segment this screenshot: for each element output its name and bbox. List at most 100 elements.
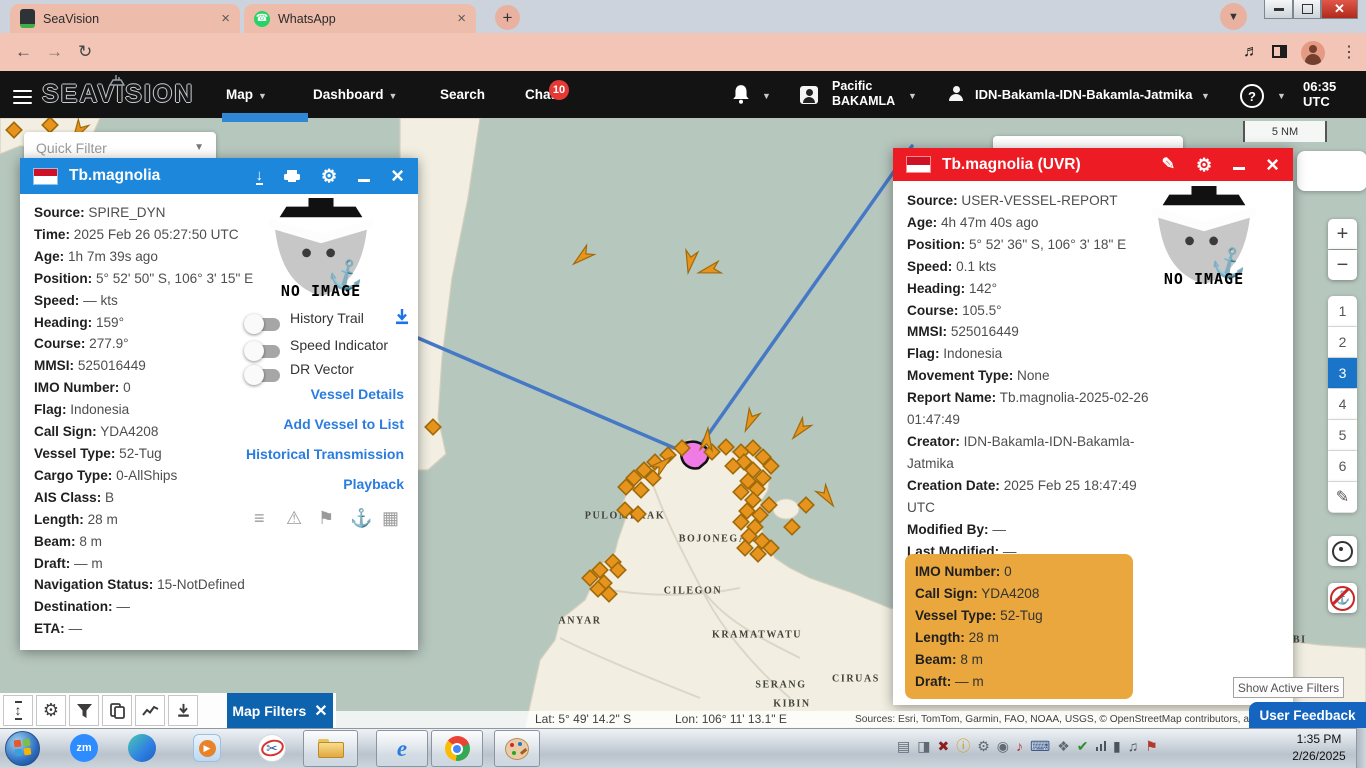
panel-header[interactable]: Tb.magnolia (UVR) ✎ ⚙ × xyxy=(893,148,1293,181)
hide-vessels-button[interactable]: ⚓ xyxy=(1328,583,1357,613)
locate-button[interactable] xyxy=(1328,536,1357,566)
tab-whatsapp[interactable]: ☎ WhatsApp × xyxy=(244,4,476,33)
vessel-details-link[interactable]: Vessel Details xyxy=(311,386,404,402)
tray-network-disabled-icon[interactable]: ✖ xyxy=(937,738,949,755)
speed-indicator-toggle[interactable] xyxy=(246,345,280,358)
vessel-marker-anchored[interactable] xyxy=(784,519,800,535)
back-icon[interactable]: ← xyxy=(15,42,32,62)
tray-settings-icon[interactable]: ❖ xyxy=(1057,738,1070,755)
tab-close-icon[interactable]: × xyxy=(457,11,466,26)
warning-icon[interactable]: ⚠ xyxy=(286,508,302,529)
gear-icon[interactable]: ⚙ xyxy=(321,167,337,185)
taskbar-ie-button[interactable]: e xyxy=(376,730,428,767)
list-icon[interactable]: ≡ xyxy=(254,508,265,529)
gear-icon[interactable]: ⚙ xyxy=(1196,156,1212,174)
show-active-filters-button[interactable]: Show Active Filters xyxy=(1233,677,1344,698)
ship-icon[interactable]: ⚓ xyxy=(350,508,372,529)
notifications-bell-icon[interactable] xyxy=(732,84,750,104)
download-icon[interactable]: ↓ xyxy=(256,168,264,185)
vessel-marker-moving[interactable] xyxy=(697,261,721,278)
vessel-marker-moving[interactable] xyxy=(700,428,714,451)
close-icon[interactable]: × xyxy=(391,165,404,187)
layer-button-5[interactable]: 5 xyxy=(1328,420,1357,451)
measure-icon[interactable]: ↕ xyxy=(3,695,33,726)
zoom-out-button[interactable]: − xyxy=(1328,250,1357,280)
chevron-down-icon[interactable]: ▼ xyxy=(762,91,771,101)
tab-search-chevron[interactable]: ▼ xyxy=(1220,3,1247,30)
media-extension-icon[interactable]: ♬ xyxy=(1243,43,1259,61)
vessel-marker-moving[interactable] xyxy=(816,485,838,510)
dr-vector-toggle[interactable] xyxy=(246,369,280,382)
tray-action-center-flag-icon[interactable]: ⚑ xyxy=(1145,738,1158,755)
chart-icon[interactable] xyxy=(135,695,165,726)
help-icon[interactable]: ? xyxy=(1240,84,1264,108)
chevron-down-icon[interactable]: ▼ xyxy=(908,91,917,101)
new-tab-button[interactable]: + xyxy=(495,5,520,30)
layer-button-2[interactable]: 2 xyxy=(1328,327,1357,358)
tray-language-icon[interactable]: ⌨ xyxy=(1030,738,1050,755)
layer-button-4[interactable]: 4 xyxy=(1328,389,1357,420)
vessel-marker-anchored[interactable] xyxy=(798,497,814,513)
vessel-marker-anchored[interactable] xyxy=(617,502,633,518)
gear-icon[interactable]: ⚙ xyxy=(36,695,66,726)
tray-battery-icon[interactable]: ▮ xyxy=(1113,738,1121,755)
playback-link[interactable]: Playback xyxy=(343,476,404,492)
vessel-marker-moving[interactable] xyxy=(788,418,811,443)
tray-printer-icon[interactable]: ⚙ xyxy=(977,738,990,755)
filter-icon[interactable] xyxy=(69,695,99,726)
taskbar-explorer-button[interactable] xyxy=(303,730,358,767)
nav-item-map[interactable]: Map▼ xyxy=(226,87,267,102)
minimize-icon[interactable] xyxy=(358,179,370,182)
layer-button-3-selected[interactable]: 3 xyxy=(1328,358,1357,389)
download-icon[interactable] xyxy=(168,695,198,726)
browser-menu-icon[interactable]: ⋮ xyxy=(1341,42,1357,62)
taskbar-paint-button[interactable] xyxy=(494,730,540,767)
vessel-marker-moving[interactable] xyxy=(570,245,595,268)
minimize-icon[interactable] xyxy=(1233,167,1245,170)
taskbar-zoom-icon[interactable]: zm xyxy=(70,734,98,762)
close-icon[interactable]: × xyxy=(1266,154,1279,176)
taskbar-snipping-tool-icon[interactable]: ✂ xyxy=(258,734,286,762)
tray-signal-icon[interactable] xyxy=(1096,741,1107,751)
vessel-marker-anchored[interactable] xyxy=(630,506,646,522)
zoom-in-button[interactable]: + xyxy=(1328,219,1357,249)
forward-icon[interactable]: → xyxy=(46,42,63,62)
historical-transmission-link[interactable]: Historical Transmission xyxy=(246,446,404,462)
taskbar-clock[interactable]: 1:35 PM2/26/2025 xyxy=(1284,731,1354,765)
taskbar-edge-icon[interactable] xyxy=(128,734,156,762)
history-trail-toggle[interactable] xyxy=(246,318,280,331)
side-panel-icon[interactable] xyxy=(1272,45,1287,58)
add-vessel-to-list-link[interactable]: Add Vessel to List xyxy=(283,416,404,432)
layer-button-6[interactable]: 6 xyxy=(1328,451,1357,482)
hamburger-menu-icon[interactable] xyxy=(13,86,32,108)
profile-avatar[interactable] xyxy=(1301,41,1325,65)
window-restore-button[interactable] xyxy=(1293,0,1321,19)
nav-item-search[interactable]: Search xyxy=(440,87,485,102)
tray-security-check-icon[interactable]: ✔ xyxy=(1077,738,1089,755)
window-close-button[interactable]: ✕ xyxy=(1321,0,1358,19)
layer-button-1[interactable]: 1 xyxy=(1328,296,1357,327)
nav-item-dashboard[interactable]: Dashboard▼ xyxy=(313,87,397,102)
tray-volume-icon[interactable]: ♫ xyxy=(1128,738,1139,754)
draw-pencil-button[interactable]: ✎ xyxy=(1328,482,1357,513)
chevron-down-icon[interactable]: ▼ xyxy=(1277,91,1286,101)
calendar-icon[interactable]: ▦ xyxy=(382,508,399,529)
vessel-marker-moving[interactable] xyxy=(682,250,698,274)
tray-projector-icon[interactable]: ◨ xyxy=(917,738,930,755)
tab-seavision[interactable]: SeaVision × xyxy=(10,4,240,33)
user-feedback-button[interactable]: User Feedback xyxy=(1249,702,1366,728)
taskbar-chrome-button[interactable] xyxy=(431,730,483,767)
vessel-marker-anchored[interactable] xyxy=(42,118,58,133)
vessel-marker-anchored[interactable] xyxy=(6,122,22,138)
taskbar-media-player-icon[interactable]: ▶ xyxy=(193,734,221,762)
flag-icon[interactable]: ⚑ xyxy=(318,508,334,529)
edit-pencil-icon[interactable]: ✎ xyxy=(1162,157,1175,173)
vessel-marker-moving[interactable] xyxy=(740,408,760,433)
window-minimize-button[interactable] xyxy=(1264,0,1293,19)
print-icon[interactable] xyxy=(284,170,300,183)
tray-tpm-icon[interactable]: ⓘ xyxy=(956,736,970,756)
trail-download-icon[interactable] xyxy=(394,308,410,325)
chevron-down-icon[interactable]: ▼ xyxy=(1201,91,1210,101)
map-filters-button[interactable]: Map Filters✕ xyxy=(227,693,333,728)
show-desktop-button[interactable] xyxy=(1356,728,1366,768)
